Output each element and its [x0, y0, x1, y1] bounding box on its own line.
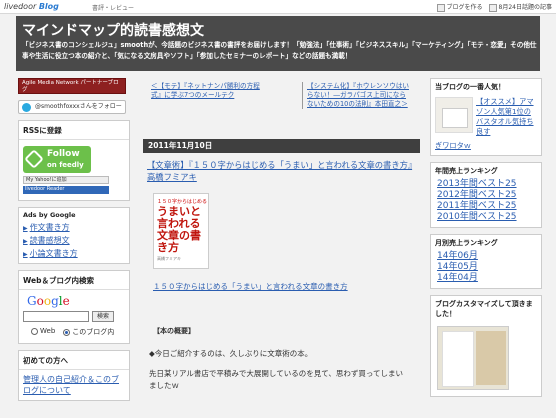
monthly-link-1405[interactable]: 14年05月	[437, 262, 537, 273]
yearly-ranking-list: 2013年間ベスト25 2012年間ベスト25 2011年間ベスト25 2010…	[431, 179, 541, 227]
triangle-right-icon: ▶	[23, 238, 28, 245]
about-link[interactable]: 管理人の自己紹介＆このブログについて	[23, 375, 119, 395]
site-description: 「ビジネス書のコンシェルジュ」smoothが、今話題のビジネス書の書評をお届けし…	[22, 41, 537, 60]
topbar-links: ブログを作る 8月24日話題の記事	[436, 2, 552, 12]
recommend-product-link-cont[interactable]: ぎワロタｗ	[431, 141, 541, 155]
google-logo: Google	[27, 294, 70, 308]
ad-link-essay[interactable]: ▶ 作文書き方	[19, 221, 129, 234]
post-title[interactable]: 【文章術】『１５０字からはじめる「うまい」と言われる文章の書き方』高橋フミアキ	[143, 159, 420, 183]
post-paragraph-2: 先日某リアル書店で平積みで大展開しているのを見て、思わず買ってしまいましたｗ	[149, 369, 403, 390]
monthly-link-1404[interactable]: 14年04月	[437, 273, 537, 284]
recommend-product[interactable]: 【オススメ】アマゾン人気第1位のバスタオル気持ち良す	[431, 95, 541, 141]
ad-link-label: 小論文書き方	[29, 249, 78, 258]
main-content: ＜【モテ】『ネットナンパ勝利の方程式』に学ぶ7つのメールテク 【システム化】『ホ…	[143, 78, 420, 392]
radio-web-circle[interactable]	[31, 327, 38, 335]
post-paragraph-1: ◆今日ご紹介するのは、久しぶりに文章術の本。	[149, 349, 313, 358]
twitter-follow-label: @smoothfoxxxさんをフォロー	[35, 103, 122, 110]
twitter-follow-button[interactable]: @smoothfoxxxさんをフォロー	[18, 100, 126, 114]
monthly-ranking-box: 月別売上ランキング 14年06月 14年05月 14年04月	[430, 234, 542, 289]
radio-blog-circle[interactable]	[63, 328, 71, 336]
agile-media-banner[interactable]: Agile Media Network パートナーブログ	[18, 78, 126, 94]
radio-web[interactable]: Web	[31, 327, 55, 337]
left-sidebar: Agile Media Network パートナーブログ @smoothfoxx…	[18, 78, 130, 401]
feedly-leaf-icon	[24, 149, 44, 169]
calendar-icon	[488, 3, 497, 12]
category-label[interactable]: 書評・レビュー	[92, 3, 134, 12]
yearly-ranking-box: 年間売上ランキング 2013年間ベスト25 2012年間ベスト25 2011年間…	[430, 162, 542, 228]
livedoor-logo-text: livedoor	[4, 2, 37, 11]
yearly-link-2013[interactable]: 2013年間ベスト25	[437, 179, 537, 190]
site-header: マインドマップ的読書感想文 「ビジネス書のコンシェルジュ」smoothが、今話題…	[16, 16, 540, 71]
ads-box: Ads by Google ▶ 作文書き方 ▶ 読書感想文 ▶ 小論文書き方	[18, 207, 130, 264]
yearly-link-2011[interactable]: 2011年間ベスト25	[437, 201, 537, 212]
monthly-ranking-heading: 月別売上ランキング	[435, 239, 498, 247]
rss-heading: RSSに登録	[19, 121, 129, 140]
customize-heading: ブログカスタマイズして頂きました！	[435, 300, 533, 318]
search-heading: Web＆ブログ内検索	[19, 271, 129, 290]
yearly-link-2012[interactable]: 2012年間ベスト25	[437, 190, 537, 201]
livedoor-logo[interactable]: livedoor Blog	[4, 2, 59, 11]
towel-product-image[interactable]	[435, 97, 473, 133]
radio-blog-label: このブログ内	[72, 328, 115, 336]
site-title[interactable]: マインドマップ的読書感想文	[22, 20, 204, 40]
radio-web-label: Web	[40, 327, 56, 335]
yearly-link-2010[interactable]: 2010年間ベスト25	[437, 212, 537, 223]
beginners-heading: 初めての方へ	[19, 351, 129, 370]
monthly-ranking-list: 14年06月 14年05月 14年04月	[431, 251, 541, 288]
book-cover-title: うまいと言われる文章の書き方	[157, 205, 201, 254]
ads-heading: Ads by Google	[23, 211, 76, 219]
post-pager: ＜【モテ】『ネットナンパ勝利の方程式』に学ぶ7つのメールテク 【システム化】『ホ…	[143, 78, 420, 113]
post-date: 2011年11月10日	[143, 139, 420, 153]
book-cover-subtitle: １５０字からはじめる	[157, 199, 208, 205]
create-blog-label: ブログを作る	[446, 4, 483, 11]
search-row: 検索	[23, 311, 125, 322]
trending-link[interactable]: 8月24日話題の記事	[488, 2, 552, 12]
book-cover-image[interactable]: １５０字からはじめる うまいと言われる文章の書き方 高橋フミアキ	[153, 193, 209, 269]
search-input[interactable]	[23, 311, 89, 322]
radio-this-blog[interactable]: このブログ内	[63, 327, 114, 337]
beginners-box: 初めての方へ 管理人の自己紹介＆このブログについて	[18, 350, 130, 401]
ad-link-label: 作文書き方	[29, 223, 70, 232]
recommend-box: 当ブログの一番人気！ 【オススメ】アマゾン人気第1位のバスタオル気持ち良す ぎワ…	[430, 78, 542, 156]
feedly-follow-button[interactable]: Follow on feedly	[23, 146, 91, 173]
rss-box: RSSに登録 Follow on feedly My Yahoo!に追加 liv…	[18, 120, 130, 201]
pencil-icon	[436, 3, 445, 12]
yearly-ranking-heading: 年間売上ランキング	[435, 167, 498, 175]
monthly-link-1406[interactable]: 14年06月	[437, 251, 537, 262]
trending-label: 8月24日話題の記事	[498, 4, 552, 11]
recommend-heading: 当ブログの一番人気！	[435, 83, 505, 91]
customize-box: ブログカスタマイズして頂きました！	[430, 295, 542, 397]
customize-banner-image[interactable]	[437, 326, 509, 390]
recommend-product-link[interactable]: 【オススメ】アマゾン人気第1位のバスタオル気持ち良す	[473, 97, 537, 137]
book-cover-author: 高橋フミアキ	[157, 256, 181, 261]
next-post-link[interactable]: 【システム化】『ホウレンソウはいらない！―ガラパゴス上司にならないための10の法…	[302, 82, 412, 109]
post-body: ◆今日ご紹介するのは、久しぶりに文章術の本。 先日某リアル書店で平積みで大展開し…	[149, 348, 409, 392]
section-heading: 【本の概要】	[153, 327, 195, 335]
ad-link-label: 読書感想文	[29, 236, 70, 245]
search-button[interactable]: 検索	[92, 311, 114, 322]
triangle-right-icon: ▶	[23, 251, 28, 258]
prev-post-link[interactable]: ＜【モテ】『ネットナンパ勝利の方程式』に学ぶ7つのメールテク	[151, 82, 261, 109]
livedoor-blog-text: Blog	[38, 2, 59, 11]
search-scope: Web このブログ内	[31, 327, 125, 337]
triangle-right-icon: ▶	[23, 225, 28, 232]
ad-link-book-report[interactable]: ▶ 読書感想文	[19, 234, 129, 247]
feedly-follow-text: Follow	[47, 149, 80, 159]
twitter-bird-icon	[22, 103, 31, 112]
yahoo-add-button[interactable]: My Yahoo!に追加	[23, 176, 109, 184]
livedoor-reader-button[interactable]: livedoor Reader	[23, 186, 109, 194]
feedly-on-text: on feedly	[47, 161, 84, 169]
create-blog-link[interactable]: ブログを作る	[436, 2, 483, 12]
livedoor-topbar: livedoor Blog 書評・レビュー ブログを作る 8月24日話題の記事	[0, 0, 556, 14]
book-link[interactable]: １５０字からはじめる「うまい」と言われる文章の書き方	[153, 281, 420, 292]
search-box: Web＆ブログ内検索 Google 検索 Web このブログ内	[18, 270, 130, 344]
right-sidebar: 当ブログの一番人気！ 【オススメ】アマゾン人気第1位のバスタオル気持ち良す ぎワ…	[430, 78, 542, 403]
ad-link-short-essay[interactable]: ▶ 小論文書き方	[19, 247, 129, 260]
